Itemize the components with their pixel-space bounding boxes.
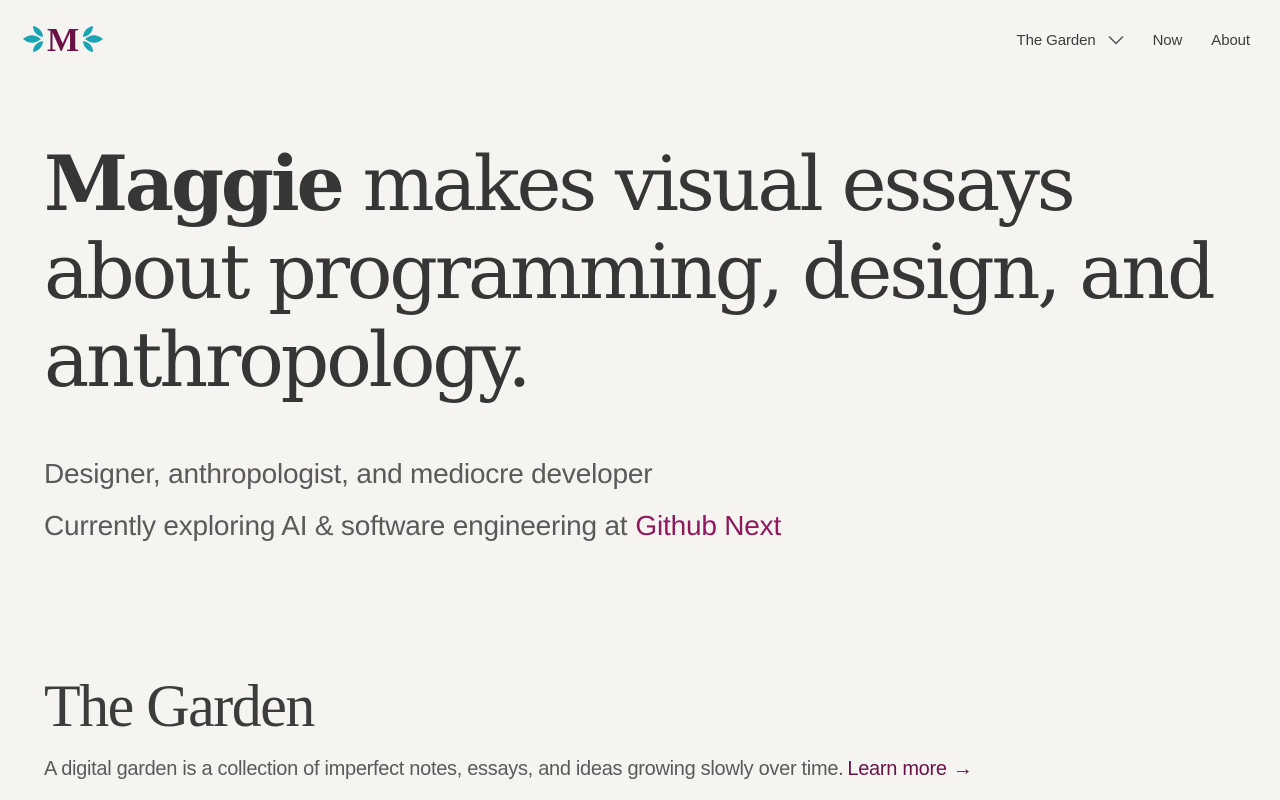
hero-headline: Maggie makes visual essays about program… xyxy=(44,140,1244,404)
learn-more-link[interactable]: Learn more → xyxy=(847,758,972,780)
nav-item-label: Now xyxy=(1152,31,1183,49)
site-logo[interactable]: M xyxy=(21,22,105,56)
page: M The Garden Now About Maggie makes visu… xyxy=(0,0,1280,800)
nav-item-now[interactable]: Now xyxy=(1153,29,1183,51)
garden-description-text: A digital garden is a collection of impe… xyxy=(44,758,844,780)
nav-item-label: The Garden xyxy=(1016,31,1096,49)
github-next-link[interactable]: Github Next xyxy=(635,510,781,541)
nav-item-the-garden[interactable]: The Garden xyxy=(1017,29,1124,51)
learn-more-label: Learn more xyxy=(847,758,947,780)
main-nav: The Garden Now About xyxy=(1017,29,1251,51)
logo-letter: M xyxy=(47,22,79,56)
chevron-down-icon xyxy=(1108,35,1124,45)
intro-line-1: Designer, anthropologist, and mediocre d… xyxy=(44,458,653,489)
garden-section-title: The Garden xyxy=(44,673,315,739)
nav-item-about[interactable]: About xyxy=(1211,29,1250,51)
arrow-right-icon: → xyxy=(952,758,973,780)
intro-line-2-prefix: Currently exploring AI & software engine… xyxy=(44,510,628,541)
garden-description: A digital garden is a collection of impe… xyxy=(44,758,973,781)
intro-line-2: Currently exploring AI & software engine… xyxy=(44,510,781,542)
hero-name: Maggie xyxy=(44,139,345,228)
nav-item-label: About xyxy=(1211,31,1250,49)
